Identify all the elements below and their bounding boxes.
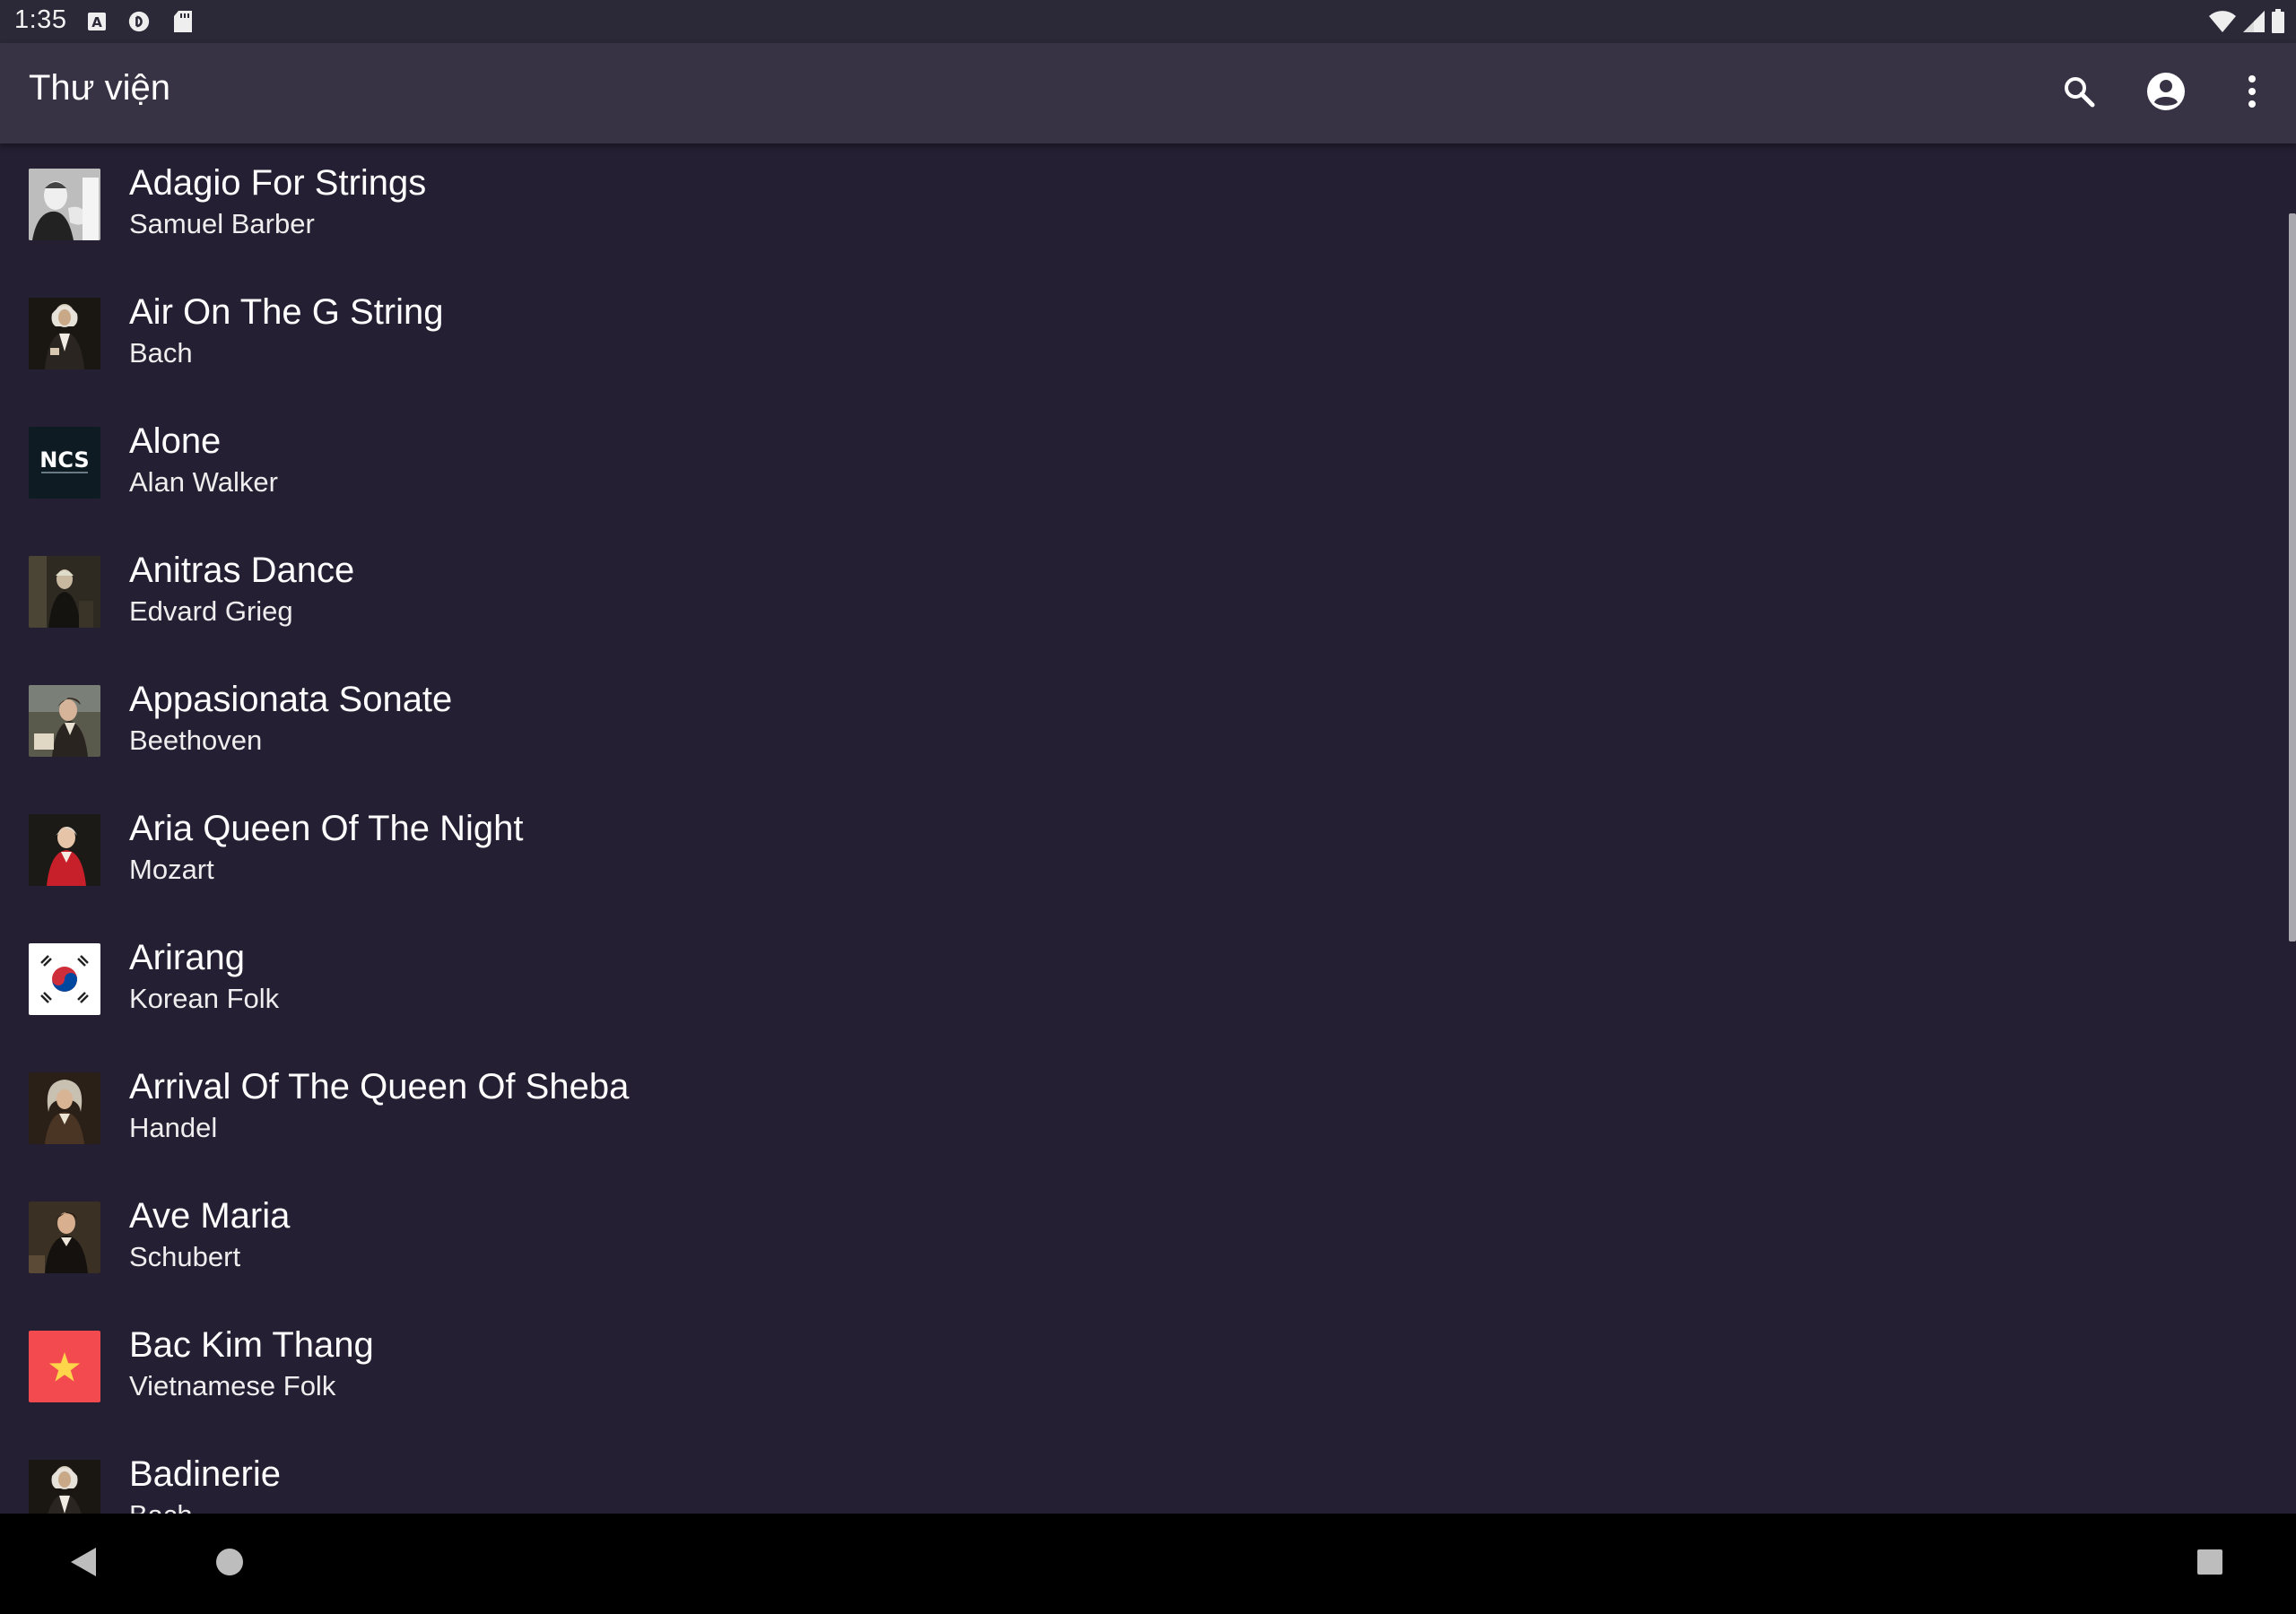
song-title: Arrival Of The Queen Of Sheba	[129, 1067, 630, 1106]
song-title: Badinerie	[129, 1454, 282, 1494]
song-title: Appasionata Sonate	[129, 680, 453, 719]
song-title: Aria Queen Of The Night	[129, 809, 524, 848]
pocket-casts-icon	[128, 10, 150, 33]
account-button[interactable]	[2141, 68, 2191, 118]
song-thumbnail	[29, 685, 100, 757]
battery-icon	[2271, 9, 2285, 39]
song-list-item[interactable]: Adagio For Strings Samuel Barber	[0, 143, 2278, 273]
song-list-item[interactable]: Air On The G String Bach	[0, 273, 2278, 402]
song-list-item[interactable]: Aria Queen Of The Night Mozart	[0, 789, 2278, 918]
ncs-logo-text: NCS	[39, 447, 89, 473]
sd-card-icon	[172, 10, 194, 33]
song-artist: Mozart	[129, 854, 214, 885]
song-list-item[interactable]: Bac Kim Thang Vietnamese Folk	[0, 1306, 2278, 1435]
search-icon	[2061, 74, 2097, 114]
wifi-icon	[2208, 10, 2237, 38]
song-artist: Bach	[129, 1499, 193, 1514]
song-list-item[interactable]: Ave Maria Schubert	[0, 1176, 2278, 1306]
song-title: Anitras Dance	[129, 551, 355, 590]
song-artist: Samuel Barber	[129, 208, 315, 239]
screen: 1:35 A Thư viện Adagio For Strings Samue…	[0, 0, 2296, 1614]
song-artist: Beethoven	[129, 725, 263, 756]
search-button[interactable]	[2054, 68, 2104, 118]
song-title: Bac Kim Thang	[129, 1325, 374, 1365]
song-artist: Handel	[129, 1112, 218, 1143]
song-thumbnail	[29, 556, 100, 628]
song-thumbnail: NCS	[29, 427, 100, 499]
page-title: Thư viện	[29, 68, 170, 108]
song-title: Air On The G String	[129, 292, 444, 332]
app-bar: Thư viện	[0, 43, 2296, 143]
song-thumbnail	[29, 1331, 100, 1402]
cell-signal-icon	[2242, 10, 2266, 38]
status-right-group	[2208, 9, 2285, 39]
song-title: Ave Maria	[129, 1196, 291, 1236]
song-list-item[interactable]: Arrival Of The Queen Of Sheba Handel	[0, 1047, 2278, 1176]
song-title: Adagio For Strings	[129, 163, 427, 203]
navigation-bar	[0, 1514, 2296, 1614]
song-thumbnail	[29, 814, 100, 886]
song-list-item[interactable]: Arirang Korean Folk	[0, 918, 2278, 1047]
recents-icon	[2196, 1549, 2223, 1580]
song-list-item[interactable]: Anitras Dance Edvard Grieg	[0, 531, 2278, 660]
status-time: 1:35	[14, 5, 67, 34]
song-list[interactable]: Adagio For Strings Samuel Barber Air On …	[0, 143, 2282, 1514]
song-thumbnail	[29, 943, 100, 1015]
account-circle-icon	[2146, 72, 2186, 116]
song-title: Alone	[129, 421, 222, 461]
back-icon	[69, 1546, 100, 1583]
song-artist: Bach	[129, 337, 193, 369]
text-a-icon: A	[86, 10, 108, 33]
song-list-item[interactable]: Appasionata Sonate Beethoven	[0, 660, 2278, 789]
more-vert-icon	[2247, 74, 2257, 114]
song-list-item[interactable]: Badinerie Bach	[0, 1435, 2278, 1514]
back-button[interactable]	[57, 1537, 111, 1591]
song-thumbnail	[29, 298, 100, 369]
recents-button[interactable]	[2183, 1537, 2237, 1591]
song-artist: Edvard Grieg	[129, 595, 293, 627]
song-artist: Schubert	[129, 1241, 241, 1272]
song-title: Arirang	[129, 938, 245, 977]
song-thumbnail	[29, 1202, 100, 1273]
status-bar: 1:35 A	[0, 0, 2296, 43]
more-options-button[interactable]	[2227, 68, 2277, 118]
song-artist: Vietnamese Folk	[129, 1370, 336, 1401]
song-thumbnail	[29, 1460, 100, 1514]
home-button[interactable]	[203, 1537, 257, 1591]
song-list-item[interactable]: NCS Alone Alan Walker	[0, 402, 2278, 531]
list-scrollbar[interactable]	[2289, 213, 2296, 941]
song-thumbnail	[29, 1072, 100, 1144]
home-icon	[215, 1548, 244, 1581]
svg-text:A: A	[91, 14, 102, 30]
song-thumbnail	[29, 169, 100, 240]
song-artist: Korean Folk	[129, 983, 280, 1014]
song-artist: Alan Walker	[129, 466, 278, 498]
